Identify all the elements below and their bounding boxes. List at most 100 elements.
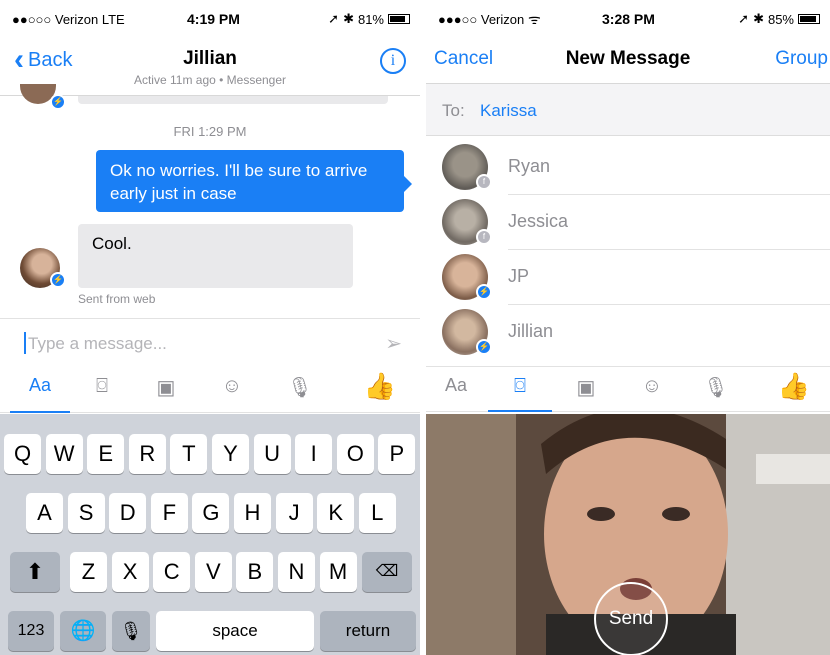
contact-row[interactable]: f Jessica (426, 195, 830, 250)
key-r[interactable]: R (128, 434, 166, 474)
active-status: Active 11m ago • Messenger (133, 73, 287, 87)
bluetooth-icon: ✱ (753, 11, 764, 26)
message-composer[interactable]: Type a message... ➢ (0, 319, 420, 367)
key-w[interactable]: W (45, 434, 83, 474)
gallery-icon[interactable]: ▣ (146, 375, 186, 400)
composer-toolbar: Aa ⌼ ▣ ☺ 🎙 👍 (0, 367, 420, 413)
outgoing-message-text: Ok no worries. I'll be sure to arrive ea… (110, 161, 368, 203)
text-tool-underline (10, 411, 70, 413)
key-o[interactable]: O (336, 434, 374, 474)
camera-icon[interactable]: ⌼ (500, 375, 540, 398)
microphone-icon[interactable]: 🎙 (280, 375, 320, 400)
incoming-message-text: Cool. (92, 234, 132, 253)
key-q[interactable]: Q (4, 434, 41, 474)
battery-percent: 85% (767, 11, 794, 27)
text-tool-button[interactable]: Aa (436, 375, 476, 396)
message-input[interactable]: Type a message... (28, 334, 167, 354)
carrier-signal: ●●●○○ Verizon (438, 12, 525, 27)
microphone-icon: 🎙 (119, 621, 143, 641)
contact-name: Jessica (508, 211, 569, 231)
camera-icon[interactable]: ⌼ (82, 375, 122, 398)
key-j[interactable]: J (275, 493, 313, 533)
camera-tool-underline (488, 410, 552, 412)
wifi-icon: ᯤ (528, 11, 541, 27)
text-cursor (24, 332, 26, 354)
outgoing-message-bubble[interactable]: Ok no worries. I'll be sure to arrive ea… (96, 150, 412, 212)
screenshot-pair: ●●○○○ Verizon LTE 4:19 PM ➚ ✱ 81% ‹ Back… (0, 0, 830, 655)
key-p[interactable]: P (378, 434, 416, 474)
key-n[interactable]: N (278, 552, 315, 592)
key-v[interactable]: V (194, 552, 232, 592)
key-f[interactable]: F (150, 493, 188, 533)
sticker-icon[interactable]: ☺ (632, 375, 672, 398)
delete-key[interactable]: ⌫ (362, 552, 412, 592)
key-t[interactable]: T (170, 434, 208, 474)
conversation-header: ‹ Back Jillian Active 11m ago • Messenge… (0, 36, 420, 96)
shift-key[interactable]: ⬆ (10, 552, 60, 592)
recipient-chip[interactable]: Karissa (480, 101, 537, 121)
messenger-conversation-screen: ●●○○○ Verizon LTE 4:19 PM ➚ ✱ 81% ‹ Back… (0, 0, 420, 655)
location-icon: ➚ (738, 11, 750, 26)
send-arrow-icon[interactable]: ➢ (385, 331, 402, 356)
clock: 4:19 PM (187, 11, 240, 27)
messenger-badge-icon: ⚡ (476, 284, 492, 300)
messenger-badge-icon: ⚡ (50, 272, 66, 288)
contact-name: JP (508, 266, 530, 286)
bluetooth-icon: ✱ (343, 11, 354, 26)
text-tool-button[interactable]: Aa (20, 375, 60, 396)
key-y[interactable]: Y (212, 434, 249, 474)
messenger-badge-icon: ⚡ (50, 94, 66, 110)
key-m[interactable]: M (319, 552, 357, 592)
key-b[interactable]: B (236, 552, 274, 592)
recipient-field[interactable]: To: Karissa (426, 84, 830, 136)
key-s[interactable]: S (67, 493, 105, 533)
key-x[interactable]: X (111, 552, 149, 592)
key-a[interactable]: A (26, 493, 63, 533)
numbers-key[interactable]: 123 (8, 611, 54, 651)
like-thumb-icon[interactable]: 👍 (360, 371, 400, 402)
location-icon: ➚ (328, 11, 340, 26)
gallery-icon[interactable]: ▣ (566, 375, 606, 400)
contact-row[interactable]: ⚡ Jillian (426, 305, 830, 360)
contact-name: Jillian (508, 321, 554, 341)
key-z[interactable]: Z (70, 552, 107, 592)
shift-icon: ⬆ (25, 559, 45, 584)
globe-icon: 🌐 (70, 620, 96, 642)
globe-key[interactable]: 🌐 (60, 611, 106, 651)
camera-viewfinder[interactable]: Send (426, 414, 830, 655)
key-i[interactable]: I (295, 434, 333, 474)
contact-row[interactable]: ⚡ JP (426, 250, 830, 305)
new-message-title: New Message (565, 48, 691, 69)
return-key[interactable]: return (320, 611, 416, 651)
message-timestamp: FRI 1:29 PM (173, 124, 247, 139)
status-right: ➚ ✱ 85% (738, 11, 820, 27)
to-label: To: (442, 101, 465, 120)
key-c[interactable]: C (153, 552, 191, 592)
key-d[interactable]: D (109, 493, 147, 533)
microphone-icon[interactable]: 🎙 (696, 375, 736, 400)
info-button[interactable]: i (380, 48, 406, 74)
messenger-badge-icon: ⚡ (476, 339, 492, 355)
status-bar: ●●●○○ Verizon ᯤ 3:28 PM ➚ ✱ 85% (426, 0, 830, 36)
group-button[interactable]: Group (775, 48, 828, 70)
contact-name: Ryan (508, 156, 551, 176)
key-e[interactable]: E (87, 434, 125, 474)
space-key[interactable]: space (156, 611, 314, 651)
dictation-key[interactable]: 🎙 (112, 611, 150, 651)
battery-icon (798, 14, 820, 24)
key-k[interactable]: K (317, 493, 355, 533)
facebook-badge-icon: f (476, 174, 492, 190)
status-bar: ●●○○○ Verizon LTE 4:19 PM ➚ ✱ 81% (0, 0, 420, 36)
delete-icon: ⌫ (375, 563, 399, 580)
sticker-icon[interactable]: ☺ (212, 375, 252, 398)
incoming-message-bubble[interactable]: Cool. (78, 224, 353, 288)
key-u[interactable]: U (253, 434, 291, 474)
like-thumb-icon[interactable]: 👍 (774, 371, 814, 402)
key-g[interactable]: G (192, 493, 230, 533)
send-photo-button[interactable]: Send (594, 582, 668, 655)
carrier-signal: ●●○○○ Verizon LTE (12, 12, 125, 27)
contact-row[interactable]: f Ryan (426, 140, 830, 195)
key-h[interactable]: H (234, 493, 271, 533)
key-l[interactable]: L (358, 493, 396, 533)
clock: 3:28 PM (602, 11, 655, 27)
